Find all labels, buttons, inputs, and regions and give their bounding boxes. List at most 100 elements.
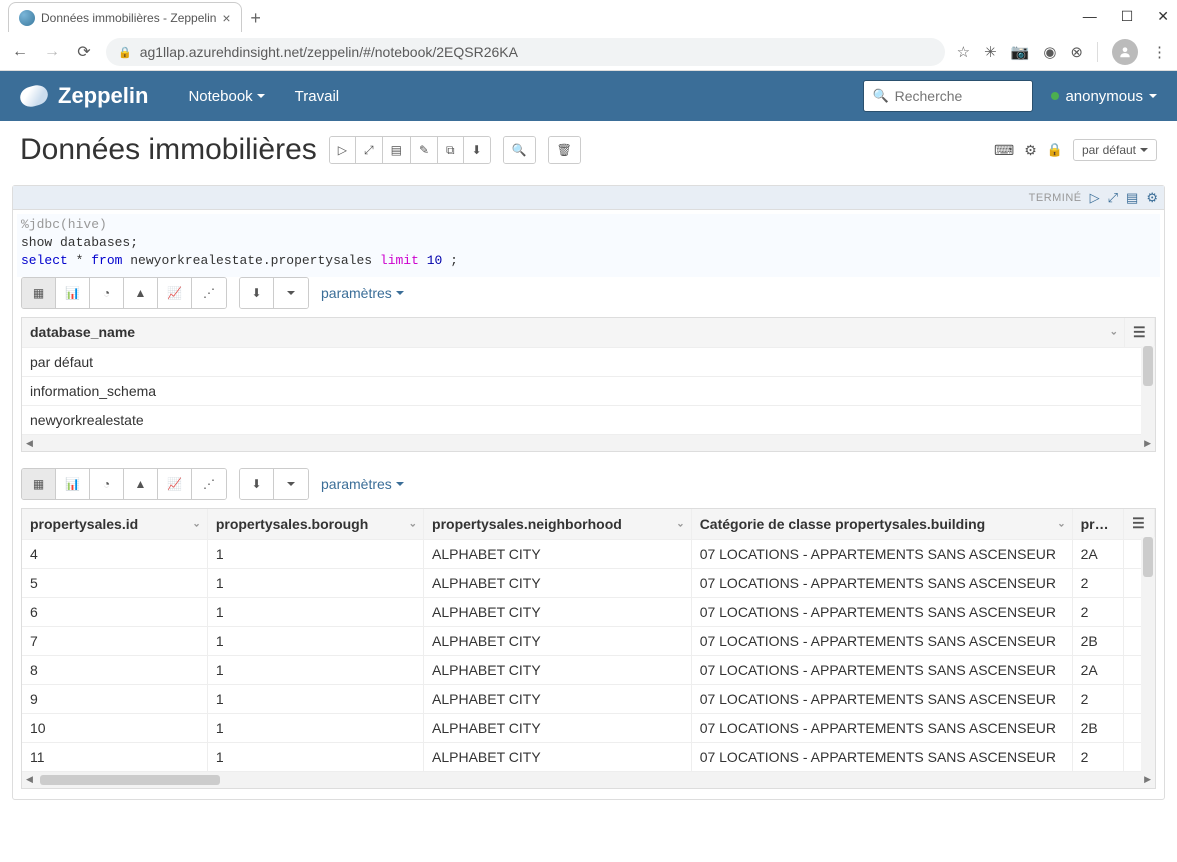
- line-chart-button[interactable]: 📈: [158, 469, 192, 499]
- download-caret[interactable]: [274, 278, 308, 308]
- new-tab-button[interactable]: +: [242, 4, 270, 32]
- col-header[interactable]: Catégorie de classe propertysales.buildi…: [691, 509, 1072, 539]
- reload-icon[interactable]: ⟳: [74, 42, 94, 62]
- zeppelin-orb-icon: [18, 83, 50, 110]
- table-row[interactable]: 41ALPHABET CITY07 LOCATIONS - APPARTEMEN…: [22, 539, 1155, 568]
- table-row[interactable]: 81ALPHABET CITY07 LOCATIONS - APPARTEMEN…: [22, 655, 1155, 684]
- bookmark-icon[interactable]: ☆: [957, 43, 970, 61]
- table-view-button[interactable]: ▦: [22, 278, 56, 308]
- search-button[interactable]: 🔍: [504, 137, 535, 163]
- clone-button[interactable]: ⧉: [438, 137, 464, 163]
- keyboard-icon[interactable]: ⌨: [994, 142, 1014, 159]
- scroll-left-icon[interactable]: ◀: [26, 774, 33, 785]
- record-icon[interactable]: ◉: [1043, 43, 1056, 61]
- cell: 5: [22, 568, 207, 597]
- nav-travail[interactable]: Travail: [295, 88, 339, 105]
- col-header[interactable]: propertysales.borough⌄: [207, 509, 423, 539]
- user-label: anonymous: [1065, 88, 1143, 105]
- cell: ALPHABET CITY: [424, 626, 692, 655]
- output-icon[interactable]: ▤: [1126, 190, 1138, 206]
- show-output-button[interactable]: ▤: [383, 137, 411, 163]
- table-row[interactable]: 61ALPHABET CITY07 LOCATIONS - APPARTEMEN…: [22, 597, 1155, 626]
- forward-icon[interactable]: →: [42, 43, 62, 61]
- table-row[interactable]: 71ALPHABET CITY07 LOCATIONS - APPARTEMEN…: [22, 626, 1155, 655]
- gear-icon[interactable]: ⚙: [1146, 190, 1158, 206]
- interpreter-select[interactable]: par défaut: [1073, 139, 1157, 161]
- hscrollbar[interactable]: ◀ ▶: [22, 435, 1155, 451]
- bar-chart-button[interactable]: 📊: [56, 469, 90, 499]
- params-toggle[interactable]: paramètres: [321, 476, 404, 492]
- table-row[interactable]: newyorkrealestate: [22, 406, 1155, 435]
- sort-icon[interactable]: ⌄: [1110, 327, 1118, 338]
- lock-icon[interactable]: 🔒: [1047, 142, 1063, 158]
- trash-button[interactable]: 🗑: [549, 137, 580, 163]
- clear-output-button[interactable]: ✎: [411, 137, 438, 163]
- col-header[interactable]: propertysales.id⌄: [22, 509, 207, 539]
- kebab-menu-icon[interactable]: ⋮: [1152, 43, 1167, 61]
- table-menu[interactable]: ☰: [1124, 509, 1155, 539]
- table-row[interactable]: par défaut: [22, 348, 1155, 377]
- scatter-chart-button[interactable]: ⋰: [192, 469, 226, 499]
- search-box[interactable]: 🔍: [863, 80, 1033, 112]
- tab-close-icon[interactable]: ×: [222, 10, 230, 26]
- sort-icon[interactable]: ⌄: [1057, 518, 1065, 529]
- col-header[interactable]: proper: [1072, 509, 1123, 539]
- table-row[interactable]: information_schema: [22, 377, 1155, 406]
- extension1-icon[interactable]: ✳: [984, 43, 997, 61]
- run-icon[interactable]: ▷: [1090, 190, 1100, 206]
- interpreter-label: par défaut: [1082, 143, 1136, 157]
- cell: 4: [22, 539, 207, 568]
- url-box[interactable]: 🔒 ag1llap.azurehdinsight.net/zeppelin/#/…: [106, 38, 945, 66]
- pie-chart-button[interactable]: ◔: [90, 469, 124, 499]
- table-menu[interactable]: ☰: [1125, 318, 1155, 348]
- bar-chart-button[interactable]: 📊: [56, 278, 90, 308]
- extension2-icon[interactable]: ⊗: [1070, 43, 1083, 61]
- line-chart-button[interactable]: 📈: [158, 278, 192, 308]
- hide-code-button[interactable]: ⤢: [356, 137, 383, 163]
- expand-icon[interactable]: ⤢: [1108, 190, 1118, 206]
- download-button[interactable]: ⬇: [240, 469, 274, 499]
- scatter-chart-button[interactable]: ⋰: [192, 278, 226, 308]
- area-chart-button[interactable]: ▲: [124, 469, 158, 499]
- table-row[interactable]: 101ALPHABET CITY07 LOCATIONS - APPARTEME…: [22, 713, 1155, 742]
- hscrollbar[interactable]: ◀ ▶: [22, 772, 1155, 788]
- back-icon[interactable]: ←: [10, 43, 30, 61]
- code-editor[interactable]: %jdbc(hive) show databases; select * fro…: [17, 214, 1160, 277]
- table-row[interactable]: 91ALPHABET CITY07 LOCATIONS - APPARTEMEN…: [22, 684, 1155, 713]
- hscroll-thumb[interactable]: [40, 775, 220, 785]
- sort-icon[interactable]: ⌄: [192, 518, 200, 529]
- cell: 2: [1072, 742, 1123, 771]
- scroll-left-icon[interactable]: ◀: [26, 438, 33, 449]
- gear-icon[interactable]: ⚙: [1024, 142, 1037, 159]
- export-button[interactable]: ⬇: [464, 137, 490, 163]
- search-icon: 🔍: [872, 88, 888, 104]
- params-toggle[interactable]: paramètres: [321, 285, 404, 301]
- camera-icon[interactable]: 📷: [1011, 43, 1030, 61]
- sort-icon[interactable]: ⌄: [676, 518, 684, 529]
- user-menu[interactable]: anonymous: [1051, 88, 1157, 105]
- nav-notebook[interactable]: Notebook: [188, 88, 264, 105]
- zeppelin-logo[interactable]: Zeppelin: [20, 83, 148, 109]
- table-row[interactable]: 111ALPHABET CITY07 LOCATIONS - APPARTEME…: [22, 742, 1155, 771]
- download-caret[interactable]: [274, 469, 308, 499]
- col-header[interactable]: propertysales.neighborhood⌄: [424, 509, 692, 539]
- table-view-button[interactable]: ▦: [22, 469, 56, 499]
- vscrollbar[interactable]: [1141, 346, 1155, 436]
- cell: 2B: [1072, 626, 1123, 655]
- profile-icon[interactable]: [1112, 39, 1138, 65]
- scroll-right-icon[interactable]: ▶: [1144, 774, 1151, 785]
- browser-tab[interactable]: Données immobilières - Zeppelin ×: [8, 2, 242, 32]
- search-input[interactable]: [895, 88, 1025, 104]
- toolbar-divider: [1097, 42, 1098, 62]
- col-database-name[interactable]: database_name⌄: [22, 318, 1125, 348]
- cell: 1: [207, 597, 423, 626]
- area-chart-button[interactable]: ▲: [124, 278, 158, 308]
- download-button[interactable]: ⬇: [240, 278, 274, 308]
- run-all-button[interactable]: ▷: [330, 137, 356, 163]
- page-scroll[interactable]: Données immobilières ▷ ⤢ ▤ ✎ ⧉ ⬇ 🔍 🗑 ⌨ ⚙…: [0, 121, 1177, 862]
- pie-chart-button[interactable]: ◔: [90, 278, 124, 308]
- vscrollbar[interactable]: [1141, 537, 1155, 772]
- sort-icon[interactable]: ⌄: [409, 518, 417, 529]
- table-row[interactable]: 51ALPHABET CITY07 LOCATIONS - APPARTEMEN…: [22, 568, 1155, 597]
- scroll-right-icon[interactable]: ▶: [1144, 438, 1151, 449]
